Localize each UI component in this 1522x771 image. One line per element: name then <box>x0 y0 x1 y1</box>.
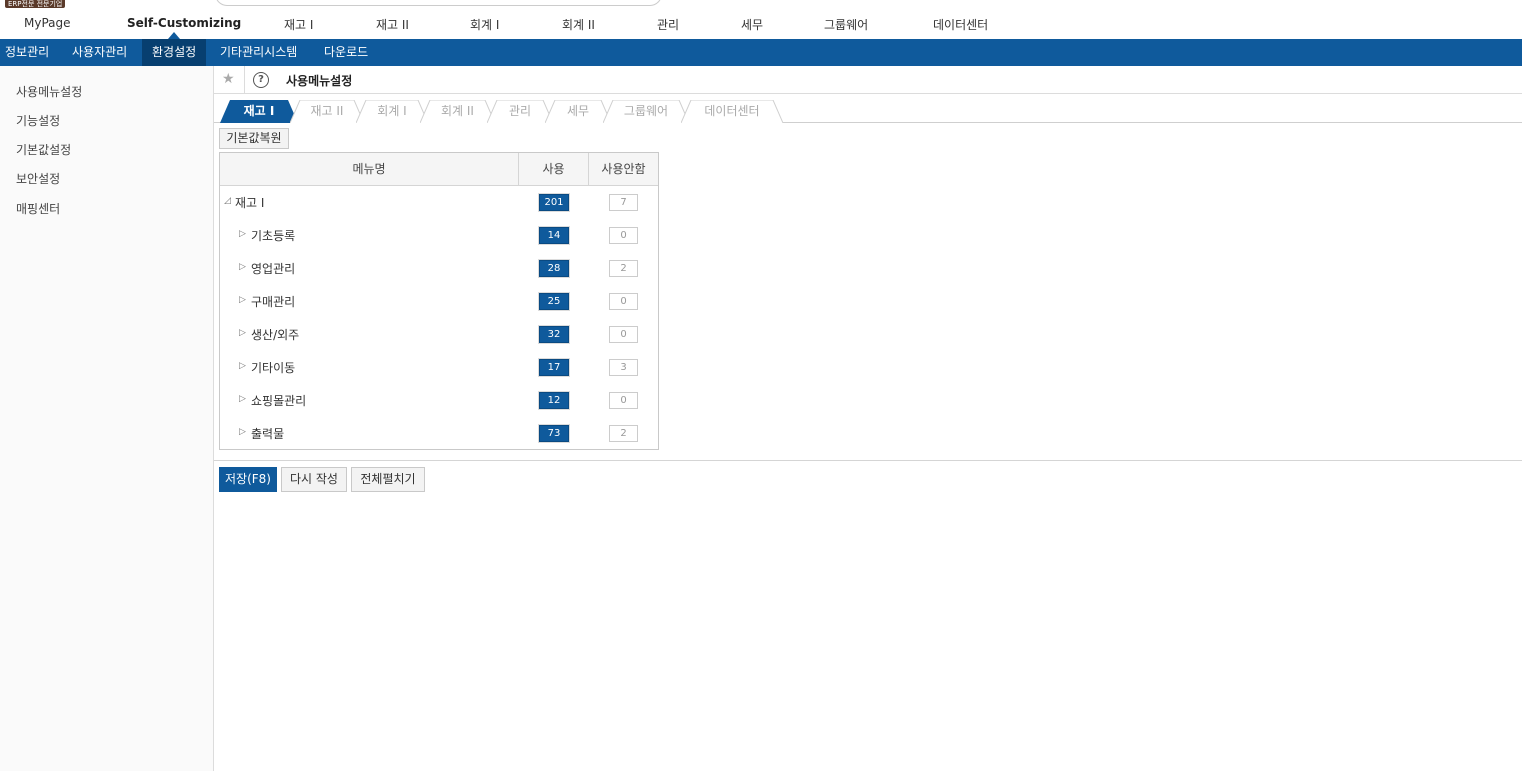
tab-inventory-1[interactable]: 재고 I <box>220 100 298 123</box>
triangle-down-icon[interactable]: ◿ <box>224 196 231 206</box>
menu-name: 출력물 <box>251 427 285 441</box>
subnav-user-management[interactable]: 사용자관리 <box>62 39 137 66</box>
help-icon[interactable]: ? <box>253 72 269 88</box>
use-count[interactable]: 14 <box>539 227 569 244</box>
tab-label: 그룹웨어 <box>623 104 669 118</box>
divider <box>214 460 1522 461</box>
sidebar-item-security-settings[interactable]: 보안설정 <box>16 170 60 187</box>
left-sidebar: 사용메뉴설정 기능설정 기본값설정 보안설정 매핑센터 <box>0 66 214 771</box>
tab-label: 데이터센터 <box>704 104 760 118</box>
table-row[interactable]: ▷ 생산/외주 32 0 <box>220 318 658 351</box>
use-count[interactable]: 12 <box>539 392 569 409</box>
subnav-other-systems[interactable]: 기타관리시스템 <box>210 39 307 66</box>
not-use-count[interactable]: 0 <box>609 392 638 409</box>
save-button[interactable]: 저장(F8) <box>219 467 277 492</box>
expand-all-button[interactable]: 전체펼치기 <box>351 467 425 492</box>
page-title: 사용메뉴설정 <box>286 74 353 88</box>
top-menu-mypage[interactable]: MyPage <box>24 16 71 30</box>
table-header: 메뉴명 사용 사용안함 <box>220 153 658 186</box>
not-use-count[interactable]: 0 <box>609 227 638 244</box>
not-use-count[interactable]: 2 <box>609 260 638 277</box>
divider <box>244 66 245 94</box>
column-header-not-use: 사용안함 <box>601 162 646 176</box>
restore-defaults-button[interactable]: 기본값복원 <box>219 128 289 149</box>
triangle-right-icon[interactable]: ▷ <box>239 427 246 437</box>
subnav-environment-settings[interactable]: 환경설정 <box>142 39 207 66</box>
sidebar-item-mapping-center[interactable]: 매핑센터 <box>16 200 60 217</box>
not-use-count[interactable]: 3 <box>609 359 638 376</box>
menu-name: 생산/외주 <box>251 328 300 342</box>
menu-name: 기초등록 <box>251 229 296 243</box>
page-header: ★ ? 사용메뉴설정 <box>214 66 1522 94</box>
sidebar-item-default-settings[interactable]: 기본값설정 <box>16 141 71 158</box>
not-use-count[interactable]: 0 <box>609 326 638 343</box>
triangle-right-icon[interactable]: ▷ <box>239 361 246 371</box>
tab-label: 회계 II <box>441 104 474 118</box>
triangle-right-icon[interactable]: ▷ <box>239 328 246 338</box>
tab-label: 재고 I <box>243 104 275 118</box>
table-row[interactable]: ▷ 기초등록 14 0 <box>220 219 658 252</box>
table-row[interactable]: ▷ 구매관리 25 0 <box>220 285 658 318</box>
not-use-count[interactable]: 2 <box>609 425 638 442</box>
top-menu-data-center[interactable]: 데이터센터 <box>933 16 988 33</box>
top-menu-tax[interactable]: 세무 <box>741 16 763 33</box>
table-row[interactable]: ▷ 기타이동 17 3 <box>220 351 658 384</box>
tab-accounting-2[interactable]: 회계 II <box>420 100 495 123</box>
not-use-count[interactable]: 0 <box>609 293 638 310</box>
top-menu-inventory-1[interactable]: 재고 I <box>284 16 313 33</box>
column-header-menu-name: 메뉴명 <box>220 153 519 186</box>
tab-label: 회계 I <box>377 104 407 118</box>
tab-label: 세무 <box>566 104 590 118</box>
tab-tax[interactable]: 세무 <box>545 100 611 123</box>
top-menu-groupware[interactable]: 그룹웨어 <box>824 16 868 33</box>
tab-groupware[interactable]: 그룹웨어 <box>603 100 689 123</box>
sidebar-item-function-settings[interactable]: 기능설정 <box>16 112 60 129</box>
menu-name: 기타이동 <box>251 361 296 375</box>
table-row[interactable]: ▷ 출력물 73 2 <box>220 417 658 450</box>
rewrite-button[interactable]: 다시 작성 <box>281 467 347 492</box>
table-row[interactable]: ▷ 쇼핑몰관리 12 0 <box>220 384 658 417</box>
use-count[interactable]: 25 <box>539 293 569 310</box>
use-count[interactable]: 17 <box>539 359 569 376</box>
tab-label: 관리 <box>508 104 532 118</box>
star-icon[interactable]: ★ <box>222 71 235 87</box>
top-menu-management[interactable]: 관리 <box>657 16 679 33</box>
table-row[interactable]: ▷ 영업관리 28 2 <box>220 252 658 285</box>
sub-navigation-bar: 정보관리 사용자관리 환경설정 기타관리시스템 다운로드 <box>0 39 1522 66</box>
top-menu: MyPage Self-Customizing 재고 I 재고 II 회계 I … <box>0 0 1522 40</box>
triangle-right-icon[interactable]: ▷ <box>239 295 246 305</box>
top-menu-inventory-2[interactable]: 재고 II <box>376 16 409 33</box>
tab-data-center[interactable]: 데이터센터 <box>681 100 783 123</box>
tab-accounting-1[interactable]: 회계 I <box>356 100 428 123</box>
tab-management[interactable]: 관리 <box>487 100 553 123</box>
subnav-info-management[interactable]: 정보관리 <box>0 39 59 66</box>
not-use-count[interactable]: 7 <box>609 194 638 211</box>
column-header-use: 사용 <box>519 153 589 186</box>
menu-name: 쇼핑몰관리 <box>251 394 307 408</box>
menu-usage-table: 메뉴명 사용 사용안함 ◿ 재고 I 201 7 ▷ 기초등록 14 0 ▷ 영… <box>219 152 659 450</box>
subnav-download[interactable]: 다운로드 <box>314 39 378 66</box>
menu-name: 영업관리 <box>251 262 296 276</box>
top-menu-accounting-1[interactable]: 회계 I <box>470 16 499 33</box>
sidebar-item-menu-settings[interactable]: 사용메뉴설정 <box>16 83 82 100</box>
menu-name: 재고 I <box>235 196 265 210</box>
triangle-right-icon[interactable]: ▷ <box>239 262 246 272</box>
triangle-right-icon[interactable]: ▷ <box>239 229 246 239</box>
use-count[interactable]: 28 <box>539 260 569 277</box>
tab-inventory-2[interactable]: 재고 II <box>290 100 364 123</box>
use-count[interactable]: 32 <box>539 326 569 343</box>
table-row[interactable]: ◿ 재고 I 201 7 <box>220 186 658 219</box>
triangle-right-icon[interactable]: ▷ <box>239 394 246 404</box>
active-menu-indicator <box>168 32 180 39</box>
top-menu-self-customizing[interactable]: Self-Customizing <box>127 16 241 30</box>
tab-label: 재고 II <box>310 104 344 118</box>
use-count[interactable]: 73 <box>539 425 569 442</box>
use-count[interactable]: 201 <box>539 194 569 211</box>
menu-name: 구매관리 <box>251 295 296 309</box>
top-menu-accounting-2[interactable]: 회계 II <box>562 16 595 33</box>
